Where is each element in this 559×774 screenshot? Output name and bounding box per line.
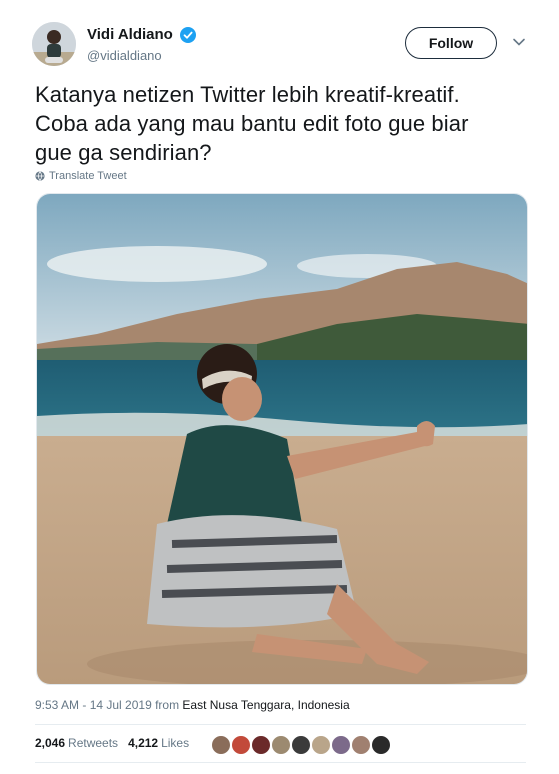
- user-handle[interactable]: @vidialdiano: [87, 48, 196, 63]
- tweet-text-line: Coba ada yang mau bantu edit foto gue bi…: [35, 111, 469, 136]
- liker-avatar[interactable]: [250, 734, 272, 756]
- tweet-text-line: Katanya netizen Twitter lebih kreatif-kr…: [35, 82, 460, 107]
- translate-label[interactable]: Translate Tweet: [49, 170, 127, 182]
- retweets-label: Retweets: [68, 736, 119, 750]
- timestamp-text[interactable]: 9:53 AM - 14 Jul 2019 from: [35, 698, 182, 712]
- liker-avatar[interactable]: [370, 734, 392, 756]
- tweet-text-line: gue ga sendirian?: [35, 140, 212, 165]
- retweets-count: 2,046: [35, 736, 66, 750]
- likes-count: 4,212: [128, 736, 159, 750]
- tweet-text: Katanya netizen Twitter lebih kreatif-kr…: [35, 80, 535, 167]
- liker-avatar[interactable]: [330, 734, 352, 756]
- display-name[interactable]: Vidi Aldiano: [87, 26, 173, 43]
- tweet-stats: 2,046 Retweets 4,212 Likes: [35, 736, 189, 750]
- verified-badge-icon: [180, 26, 197, 43]
- liker-avatar[interactable]: [350, 734, 372, 756]
- chevron-down-icon[interactable]: [512, 35, 526, 49]
- location-link[interactable]: East Nusa Tenggara, Indonesia: [182, 698, 349, 712]
- liker-avatar[interactable]: [230, 734, 252, 756]
- avatar[interactable]: [32, 22, 76, 66]
- likers-avatars: [210, 734, 392, 756]
- likes-label: Likes: [161, 736, 190, 750]
- translate-tweet-link[interactable]: Translate Tweet: [35, 170, 127, 182]
- liker-avatar[interactable]: [290, 734, 312, 756]
- follow-button[interactable]: Follow: [405, 27, 497, 59]
- liker-avatar[interactable]: [270, 734, 292, 756]
- divider: [35, 762, 526, 763]
- tweet-timestamp[interactable]: 9:53 AM - 14 Jul 2019 from East Nusa Ten…: [35, 698, 350, 712]
- liker-avatar[interactable]: [310, 734, 332, 756]
- likes-stat[interactable]: 4,212 Likes: [128, 736, 189, 750]
- retweets-stat[interactable]: 2,046 Retweets: [35, 736, 118, 750]
- tweet-photo[interactable]: [36, 193, 528, 685]
- tweet-header: Vidi Aldiano @vidialdiano Follow: [32, 18, 532, 68]
- liker-avatar[interactable]: [210, 734, 232, 756]
- globe-icon: [35, 171, 45, 181]
- divider: [35, 724, 526, 725]
